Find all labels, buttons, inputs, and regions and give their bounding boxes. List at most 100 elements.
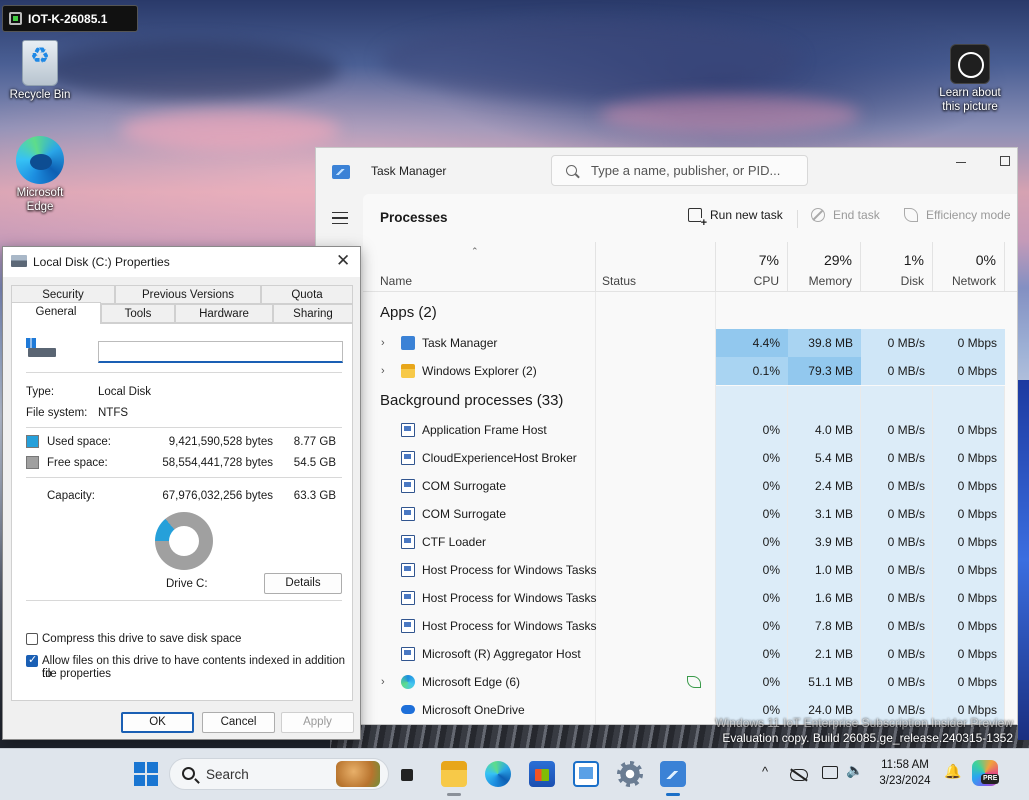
disk-value: 0 MB/s bbox=[887, 647, 925, 661]
hamburger-menu-icon[interactable] bbox=[332, 212, 348, 224]
capacity-label: Capacity: bbox=[47, 490, 95, 502]
table-row[interactable]: › Windows Explorer (2) 0.1% 79.3 MB 0 MB… bbox=[363, 357, 1017, 385]
desktop-icon-recycle-bin[interactable]: Recycle Bin bbox=[0, 40, 80, 102]
edge-icon[interactable] bbox=[485, 761, 511, 787]
settings-gear-icon[interactable] bbox=[617, 761, 643, 787]
dialog-titlebar[interactable]: Local Disk (C:) Properties ✕ bbox=[3, 247, 360, 277]
tab-tools[interactable]: Tools bbox=[101, 304, 175, 323]
task-manager-titlebar[interactable]: Task Manager Type a name, publisher, or … bbox=[316, 148, 1017, 194]
table-row[interactable]: COM Surrogate 0% 3.1 MB 0 MB/s 0 Mbps bbox=[363, 500, 1017, 528]
processes-page: Processes Run new task End task Efficien… bbox=[363, 194, 1017, 724]
column-header-cpu[interactable]: 7% CPU bbox=[716, 242, 788, 292]
memory-value: 3.9 MB bbox=[814, 535, 853, 549]
tab-hardware[interactable]: Hardware bbox=[175, 304, 273, 323]
cpu-value: 0% bbox=[762, 423, 780, 437]
table-row[interactable]: Host Process for Windows Tasks 0% 1.0 MB… bbox=[363, 556, 1017, 584]
process-name: Host Process for Windows Tasks bbox=[422, 591, 597, 605]
minimize-button[interactable] bbox=[956, 156, 968, 168]
table-row[interactable]: Host Process for Windows Tasks 0% 7.8 MB… bbox=[363, 612, 1017, 640]
cpu-value: 0% bbox=[762, 507, 780, 521]
watermark-line: Evaluation copy. Build 26085.ge_release.… bbox=[722, 731, 1013, 745]
file-explorer-icon[interactable] bbox=[441, 761, 467, 787]
chevron-right-icon[interactable]: › bbox=[381, 668, 385, 696]
network-value: 0 Mbps bbox=[957, 591, 997, 605]
remote-desktop-icon[interactable] bbox=[573, 761, 599, 787]
index-checkbox[interactable] bbox=[26, 653, 38, 667]
column-header-network[interactable]: 0% Network bbox=[933, 242, 1005, 292]
application-icon bbox=[401, 451, 415, 465]
disk-value: 0 MB/s bbox=[887, 479, 925, 493]
column-header-memory[interactable]: 29% Memory bbox=[788, 242, 861, 292]
onedrive-offline-icon[interactable] bbox=[790, 769, 808, 781]
divider bbox=[26, 477, 342, 478]
search-input[interactable]: Type a name, publisher, or PID... bbox=[551, 155, 808, 186]
desktop-icon-edge[interactable]: Microsoft Edge bbox=[0, 136, 80, 214]
chevron-right-icon[interactable]: › bbox=[381, 357, 385, 385]
table-row[interactable]: Microsoft (R) Aggregator Host 0% 2.1 MB … bbox=[363, 640, 1017, 668]
speaker-icon[interactable]: 🔈 bbox=[846, 762, 863, 779]
desktop-icon-label: Recycle Bin bbox=[9, 89, 71, 101]
chevron-right-icon[interactable]: › bbox=[381, 329, 385, 357]
tab-previous-versions[interactable]: Previous Versions bbox=[115, 285, 261, 304]
table-row[interactable]: COM Surrogate 0% 2.4 MB 0 MB/s 0 Mbps bbox=[363, 472, 1017, 500]
network-value: 0 Mbps bbox=[957, 423, 997, 437]
task-manager-icon bbox=[332, 165, 350, 179]
table-row[interactable]: Host Process for Windows Tasks 0% 1.6 MB… bbox=[363, 584, 1017, 612]
table-row[interactable]: › Task Manager 4.4% 39.8 MB 0 MB/s 0 Mbp… bbox=[363, 329, 1017, 357]
end-task-button[interactable]: End task bbox=[811, 208, 880, 222]
task-manager-icon[interactable] bbox=[660, 761, 686, 787]
microsoft-store-icon[interactable] bbox=[529, 761, 555, 787]
maximize-button[interactable] bbox=[1000, 156, 1010, 166]
details-button[interactable]: Details bbox=[264, 573, 342, 594]
cancel-button[interactable]: Cancel bbox=[202, 712, 275, 733]
compress-checkbox[interactable] bbox=[26, 633, 38, 645]
efficiency-mode-label: Efficiency mode bbox=[926, 208, 1011, 222]
clock-time: 11:58 AM bbox=[881, 759, 929, 771]
column-header-name[interactable]: ⌃ Name bbox=[363, 242, 596, 292]
ok-button[interactable]: OK bbox=[121, 712, 194, 733]
column-header-disk[interactable]: 1% Disk bbox=[861, 242, 933, 292]
process-name: COM Surrogate bbox=[422, 507, 507, 521]
table-row[interactable]: CTF Loader 0% 3.9 MB 0 MB/s 0 Mbps bbox=[363, 528, 1017, 556]
clock[interactable]: 11:58 AM 3/23/2024 bbox=[873, 757, 937, 789]
run-new-task-button[interactable]: Run new task bbox=[688, 208, 783, 228]
notification-bell-icon[interactable]: 🔔 bbox=[944, 763, 961, 780]
process-name: Host Process for Windows Tasks bbox=[422, 619, 597, 633]
start-button[interactable] bbox=[133, 761, 159, 787]
close-icon[interactable]: ✕ bbox=[336, 252, 350, 270]
process-rows: Apps (2) › Task Manager 4.4% 39.8 MB 0 M… bbox=[363, 292, 1017, 724]
table-row[interactable]: Application Frame Host 0% 4.0 MB 0 MB/s … bbox=[363, 416, 1017, 444]
disk-usage-donut-chart bbox=[155, 512, 213, 570]
chevron-up-icon[interactable]: ^ bbox=[762, 764, 768, 779]
tab-sharing[interactable]: Sharing bbox=[273, 304, 353, 323]
application-icon bbox=[401, 423, 415, 437]
volume-name-field[interactable] bbox=[98, 341, 343, 363]
search-placeholder: Type a name, publisher, or PID... bbox=[591, 163, 781, 178]
disk-value: 0 MB/s bbox=[887, 364, 925, 378]
network-value: 0 Mbps bbox=[957, 647, 997, 661]
process-name: Microsoft Edge (6) bbox=[422, 675, 521, 689]
disk-value: 0 MB/s bbox=[887, 619, 925, 633]
task-manager-window: Task Manager Type a name, publisher, or … bbox=[315, 147, 1018, 725]
vm-title-bar[interactable]: IOT-K-26085.1 bbox=[2, 5, 138, 32]
desktop-icon-learn-about-picture[interactable]: Learn about this picture bbox=[930, 44, 1010, 114]
apply-button[interactable]: Apply bbox=[281, 712, 354, 733]
free-space-gb: 54.5 GB bbox=[293, 457, 336, 469]
network-value: 0 Mbps bbox=[957, 451, 997, 465]
scrollbar[interactable] bbox=[1005, 292, 1017, 724]
run-new-task-label: Run new task bbox=[710, 208, 783, 222]
task-view-icon[interactable] bbox=[396, 761, 422, 787]
efficiency-mode-button[interactable]: Efficiency mode bbox=[904, 208, 1011, 222]
cloud-shape bbox=[120, 110, 340, 150]
taskbar-search-box[interactable]: Search bbox=[169, 758, 389, 790]
tab-quota[interactable]: Quota bbox=[261, 285, 353, 304]
used-space-gb: 8.77 GB bbox=[293, 436, 336, 448]
table-row[interactable]: CloudExperienceHost Broker 0% 5.4 MB 0 M… bbox=[363, 444, 1017, 472]
network-icon[interactable] bbox=[822, 766, 838, 779]
copilot-icon[interactable] bbox=[972, 760, 1000, 786]
tab-general[interactable]: General bbox=[11, 302, 101, 324]
memory-value: 3.1 MB bbox=[814, 507, 853, 521]
column-header-status[interactable]: Status bbox=[596, 242, 716, 292]
table-row[interactable]: › Microsoft Edge (6) 0% 51.1 MB 0 MB/s 0… bbox=[363, 668, 1017, 696]
memory-value: 5.4 MB bbox=[814, 451, 853, 465]
